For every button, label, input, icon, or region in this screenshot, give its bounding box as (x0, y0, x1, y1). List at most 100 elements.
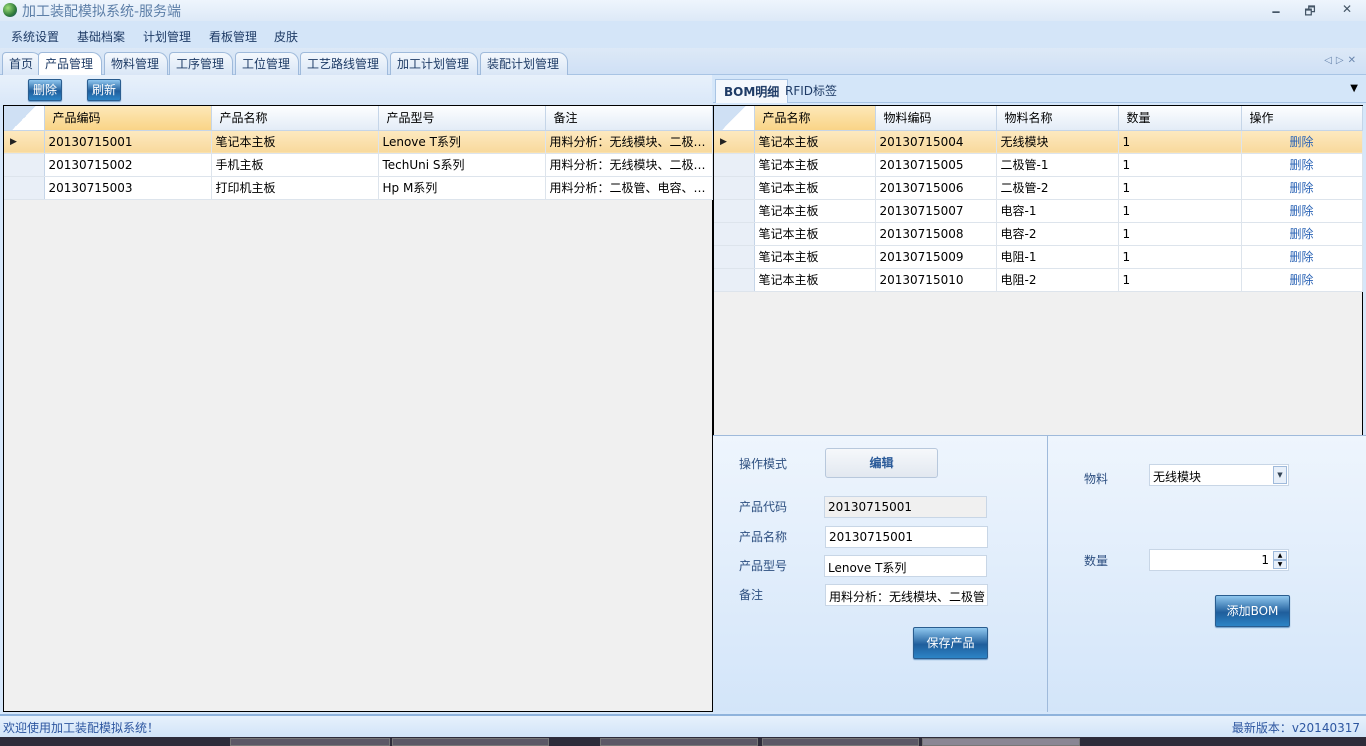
taskbar-item[interactable] (230, 738, 390, 746)
decrement-icon[interactable]: ▼ (1273, 560, 1287, 569)
cell-material-code: 20130715005 (875, 153, 997, 177)
row-header[interactable] (714, 268, 755, 292)
tab-assembly-plan[interactable]: 装配计划管理 (480, 52, 569, 75)
dropdown-arrow-icon[interactable]: ▼ (1273, 466, 1287, 484)
tab-navigation-icons[interactable]: ◁▷✕ (1324, 55, 1360, 66)
product-edit-form: 操作模式 编辑 产品代码 20130715001 产品名称 2013071500… (713, 435, 1366, 712)
table-row[interactable]: 笔记本主板 20130715010 电阻-2 1 删除 (714, 268, 1363, 292)
column-header-note[interactable]: 备注 (545, 106, 713, 131)
table-row[interactable]: ▶ 20130715001 笔记本主板 Lenove T系列 用料分析：无线模块、二极管… (4, 130, 713, 154)
menu-base-archive[interactable]: 基础档案 (77, 28, 125, 45)
cell-quantity: 1 (1118, 153, 1242, 177)
grid-corner[interactable] (4, 106, 45, 131)
material-select-value: 无线模块 (1153, 470, 1202, 484)
column-header-product-model[interactable]: 产品型号 (378, 106, 546, 131)
window-title: 加工装配模拟系统-服务端 (22, 4, 182, 20)
table-row[interactable]: 笔记本主板 20130715006 二极管-2 1 删除 (714, 176, 1363, 200)
table-row[interactable]: 笔记本主板 20130715008 电容-2 1 删除 (714, 222, 1363, 246)
tab-product-management[interactable]: 产品管理 (38, 52, 103, 76)
cell-product-name: 笔记本主板 (754, 245, 876, 269)
delete-link[interactable]: 删除 (1241, 153, 1363, 177)
note-label: 备注 (739, 588, 764, 602)
add-bom-button[interactable]: 添加BOM (1215, 595, 1290, 627)
column-header-material-code[interactable]: 物料编码 (875, 106, 997, 131)
title-bar: 加工装配模拟系统-服务端 🗕 🗗 ✕ (0, 0, 1366, 21)
cell-note: 用料分析：无线模块、二极管、电容、电阻 (545, 130, 713, 154)
delete-link[interactable]: 删除 (1241, 199, 1363, 223)
minimize-button[interactable]: 🗕 (1262, 2, 1290, 18)
tab-processing-plan[interactable]: 加工计划管理 (390, 52, 479, 75)
column-header-quantity[interactable]: 数量 (1118, 106, 1242, 131)
cell-material-name: 电阻-2 (996, 268, 1119, 292)
delete-link[interactable]: 删除 (1241, 176, 1363, 200)
cell-product-name: 笔记本主板 (211, 130, 379, 154)
product-code-field[interactable]: 20130715001 (824, 496, 987, 518)
column-header-material-name[interactable]: 物料名称 (996, 106, 1119, 131)
tab-process-management[interactable]: 工序管理 (169, 52, 234, 75)
menu-board-management[interactable]: 看板管理 (209, 28, 257, 45)
table-row[interactable]: 20130715003 打印机主板 Hp M系列 用料分析：二极管、电容、电阻 (4, 176, 713, 200)
delete-button[interactable]: 删除 (28, 79, 62, 101)
tab-rfid-label[interactable]: RFID标签 (777, 79, 845, 103)
save-product-button[interactable]: 保存产品 (913, 627, 988, 659)
row-header[interactable] (714, 153, 755, 177)
increment-icon[interactable]: ▲ (1273, 551, 1287, 560)
cell-material-name: 二极管-1 (996, 153, 1119, 177)
product-name-field[interactable]: 20130715001 (825, 526, 988, 548)
table-row[interactable]: ▶ 笔记本主板 20130715004 无线模块 1 删除 (714, 130, 1363, 154)
cell-product-name: 笔记本主板 (754, 268, 876, 292)
product-code-label: 产品代码 (739, 500, 788, 514)
mode-toggle[interactable]: 编辑 (825, 448, 938, 478)
column-header-product-name[interactable]: 产品名称 (211, 106, 379, 131)
tab-list-dropdown-icon[interactable]: ▼ (1350, 83, 1358, 94)
row-header[interactable]: ▶ (4, 130, 45, 154)
quantity-label: 数量 (1084, 554, 1109, 568)
tab-home[interactable]: 首页 (2, 52, 43, 75)
cell-material-code: 20130715009 (875, 245, 997, 269)
cell-product-name: 笔记本主板 (754, 222, 876, 246)
close-button[interactable]: ✕ (1333, 2, 1361, 18)
tab-station-management[interactable]: 工位管理 (235, 52, 300, 75)
refresh-button[interactable]: 刷新 (87, 79, 121, 101)
delete-link[interactable]: 删除 (1241, 245, 1363, 269)
table-row[interactable]: 笔记本主板 20130715009 电阻-1 1 删除 (714, 245, 1363, 269)
row-header[interactable]: ▶ (714, 130, 755, 154)
row-header[interactable] (714, 245, 755, 269)
column-header-operation[interactable]: 操作 (1241, 106, 1363, 131)
cell-product-code: 20130715001 (44, 130, 212, 154)
note-field[interactable]: 用料分析：无线模块、二极管 (825, 584, 988, 606)
cell-product-name: 打印机主板 (211, 176, 379, 200)
restore-button[interactable]: 🗗 (1296, 2, 1324, 18)
table-row[interactable]: 笔记本主板 20130715005 二极管-1 1 删除 (714, 153, 1363, 177)
quantity-value: 1 (1261, 553, 1269, 567)
quantity-stepper[interactable]: 1 ▲ ▼ (1149, 549, 1289, 571)
cell-material-code: 20130715006 (875, 176, 997, 200)
tab-material-management[interactable]: 物料管理 (104, 52, 169, 75)
menu-plan-management[interactable]: 计划管理 (143, 28, 191, 45)
menu-skin[interactable]: 皮肤 (274, 28, 298, 45)
material-select[interactable]: 无线模块 ▼ (1149, 464, 1289, 486)
row-header[interactable] (4, 153, 45, 177)
os-taskbar (0, 737, 1366, 746)
taskbar-item-active[interactable] (922, 738, 1080, 746)
product-model-field[interactable]: Lenove T系列 (824, 555, 987, 577)
row-header[interactable] (4, 176, 45, 200)
column-header-product-name[interactable]: 产品名称 (754, 106, 876, 131)
taskbar-item[interactable] (600, 738, 758, 746)
table-row[interactable]: 笔记本主板 20130715007 电容-1 1 删除 (714, 199, 1363, 223)
version-text: 最新版本：v20140317 (1231, 721, 1360, 735)
tab-route-management[interactable]: 工艺路线管理 (300, 52, 389, 75)
row-header[interactable] (714, 176, 755, 200)
grid-corner[interactable] (714, 106, 755, 131)
row-header[interactable] (714, 222, 755, 246)
taskbar-item[interactable] (392, 738, 549, 746)
table-row[interactable]: 20130715002 手机主板 TechUni S系列 用料分析：无线模块、二极管、… (4, 153, 713, 177)
taskbar-item[interactable] (762, 738, 919, 746)
menu-system-settings[interactable]: 系统设置 (11, 28, 59, 45)
row-header[interactable] (714, 199, 755, 223)
delete-link[interactable]: 删除 (1241, 130, 1363, 154)
column-header-product-code[interactable]: 产品编码 (44, 106, 212, 131)
delete-link[interactable]: 删除 (1241, 268, 1363, 292)
cell-material-code: 20130715008 (875, 222, 997, 246)
delete-link[interactable]: 删除 (1241, 222, 1363, 246)
